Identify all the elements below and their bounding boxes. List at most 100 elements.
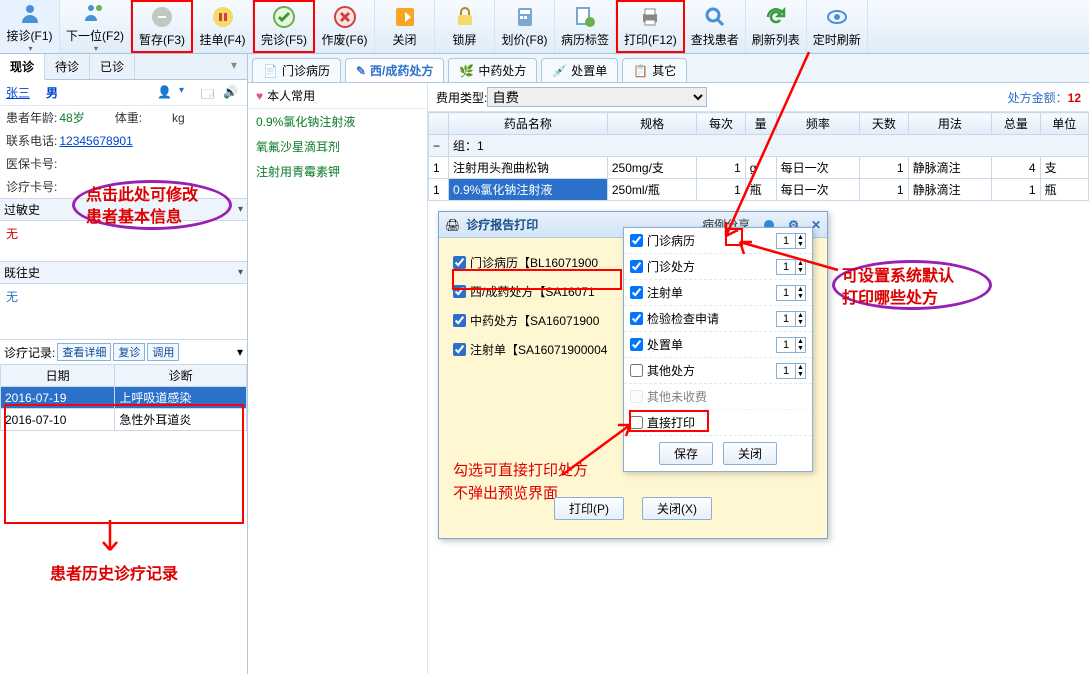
tab-menu[interactable]: ▾: [221, 54, 247, 79]
tab-waiting[interactable]: 待诊: [45, 54, 90, 79]
tb-lock[interactable]: 锁屏: [435, 0, 495, 53]
tab-treat[interactable]: 💉处置单: [541, 58, 618, 82]
pref-save[interactable]: 保存: [659, 442, 713, 465]
pref-chk-5[interactable]: [630, 338, 643, 351]
fav-item[interactable]: 氧氟沙星滴耳剂: [248, 134, 427, 159]
history-head: 既往史▾: [0, 261, 247, 284]
drug-row[interactable]: 1注射用头孢曲松钠250mg/支1g每日一次1静脉滴注4支: [429, 157, 1089, 179]
tb-finish[interactable]: 完诊(F5): [253, 0, 315, 53]
amt-label: 处方金额：: [1008, 91, 1068, 105]
tab-other[interactable]: 📋其它: [622, 58, 687, 82]
fee-label: 费用类型:: [436, 89, 487, 106]
chk-record[interactable]: [453, 256, 466, 269]
right-tabs: 📄门诊病历 ✎西/成药处方 🌿中药处方 💉处置单 📋其它: [248, 54, 1089, 82]
tb-auto-refresh[interactable]: 定时刷新: [807, 0, 868, 53]
patient-name[interactable]: 张三: [6, 84, 30, 101]
fav-item[interactable]: 注射用青霉素钾: [248, 159, 427, 184]
visit-bar-label: 诊疗记录:: [4, 344, 55, 361]
right-panel: 📄门诊病历 ✎西/成药处方 🌿中药处方 💉处置单 📋其它 ♥ 本人常用 0.9%氯…: [248, 54, 1089, 674]
tb-next[interactable]: 下一位(F2)▾: [60, 0, 131, 53]
person-icon[interactable]: 👤: [157, 85, 175, 101]
chk-inject[interactable]: [453, 343, 466, 356]
drug-grid[interactable]: 药品名称 规格 每次 量 频率 天数 用法 总量 单位 −组：1 1注射用头孢曲…: [428, 112, 1089, 201]
col-days: 天数: [860, 113, 908, 135]
tb-search[interactable]: 查找患者: [685, 0, 746, 53]
pref-chk-2[interactable]: [630, 260, 643, 273]
history-caret[interactable]: ▾: [238, 267, 243, 278]
pref-lbl: 检验检查申请: [647, 310, 772, 327]
col-dx: 诊断: [115, 365, 247, 387]
tb-close[interactable]: 关闭: [375, 0, 435, 53]
tb-stash[interactable]: 暂存(F3): [131, 0, 193, 53]
amt-value: 12: [1068, 91, 1081, 105]
visit-row[interactable]: 2016-07-19上呼吸道感染: [1, 387, 247, 409]
pref-chk-3[interactable]: [630, 286, 643, 299]
btn-print[interactable]: 打印(P): [554, 497, 624, 520]
chk-chinese[interactable]: [453, 314, 466, 327]
tb-tag[interactable]: 病历标签: [555, 0, 616, 53]
pref-spin[interactable]: 1▲▼: [776, 233, 806, 249]
allergy-head: 过敏史▾: [0, 198, 247, 221]
tab-record[interactable]: 📄门诊病历: [252, 58, 341, 82]
allergy-caret[interactable]: ▾: [238, 204, 243, 215]
tab-west[interactable]: ✎西/成药处方: [345, 58, 444, 82]
visit-label: 诊疗卡号:: [6, 178, 57, 195]
fav-item[interactable]: 0.9%氯化钠注射液: [248, 109, 427, 134]
pref-chk-direct[interactable]: [630, 416, 643, 429]
pref-lbl: 其他处方: [647, 362, 772, 379]
tb-void[interactable]: 作废(F6): [315, 0, 375, 53]
patient-gender: 男: [46, 84, 58, 101]
chk-west[interactable]: [453, 285, 466, 298]
btn-load[interactable]: 调用: [147, 343, 179, 361]
visit-bar: 诊疗记录: 查看详细 复诊 调用 ▾: [0, 339, 247, 364]
col-use: 用法: [908, 113, 992, 135]
tb-refresh[interactable]: 刷新列表: [746, 0, 807, 53]
visit-row[interactable]: 2016-07-10急性外耳道炎: [1, 409, 247, 431]
pref-spin[interactable]: 1▲▼: [776, 285, 806, 301]
pref-chk-4[interactable]: [630, 312, 643, 325]
pref-spin[interactable]: 1▲▼: [776, 311, 806, 327]
chk-west-lbl: 西/成药处方【SA16071: [470, 283, 595, 300]
fav-panel: ♥ 本人常用 0.9%氯化钠注射液 氧氟沙星滴耳剂 注射用青霉素钾: [248, 83, 428, 674]
grp-toggle[interactable]: −: [429, 135, 449, 157]
patient-header: 张三 男 👤 ▾ 🗔 🔊: [0, 80, 247, 106]
col-spec: 规格: [607, 113, 696, 135]
age-value: 48岁: [59, 109, 84, 126]
chk-inject-lbl: 注射单【SA16071900004: [470, 341, 607, 358]
pref-spin[interactable]: 1▲▼: [776, 337, 806, 353]
sound-icon[interactable]: 🔊: [223, 85, 241, 101]
col-u2: 单位: [1040, 113, 1088, 135]
pref-spin[interactable]: 1▲▼: [776, 363, 806, 379]
pref-spin[interactable]: 1▲▼: [776, 259, 806, 275]
btn-revisit[interactable]: 复诊: [113, 343, 145, 361]
history-value: 无: [6, 290, 18, 304]
btn-close[interactable]: 关闭(X): [642, 497, 712, 520]
phone-value[interactable]: 12345678901: [59, 134, 132, 148]
pref-lbl: 处置单: [647, 336, 772, 353]
pref-close[interactable]: 关闭: [723, 442, 777, 465]
tb-hold[interactable]: 挂单(F4): [193, 0, 253, 53]
tb-print[interactable]: 打印(F12): [616, 0, 685, 53]
pref-chk-7: [630, 390, 643, 403]
dropdown-icon[interactable]: ▾: [179, 85, 197, 101]
visit-caret[interactable]: ▾: [237, 345, 243, 359]
tab-done[interactable]: 已诊: [90, 54, 135, 79]
col-unit: 量: [745, 113, 776, 135]
visit-table[interactable]: 日期诊断 2016-07-19上呼吸道感染 2016-07-10急性外耳道炎: [0, 364, 247, 431]
fee-select[interactable]: 自费: [487, 87, 707, 107]
heart-icon: ♥: [256, 89, 263, 103]
tb-price[interactable]: 划价(F8): [495, 0, 555, 53]
pref-chk-6[interactable]: [630, 364, 643, 377]
fav-head-label: 本人常用: [267, 87, 315, 104]
tab-current[interactable]: 现诊: [0, 54, 45, 80]
phone-label: 联系电话:: [6, 132, 57, 149]
main-content: 费用类型: 自费 处方金额：12 药品名称 规格 每次 量 频率 天数 用法 总…: [428, 83, 1089, 674]
main-toolbar: 接诊(F1)▾ 下一位(F2)▾ 暂存(F3) 挂单(F4) 完诊(F5) 作废…: [0, 0, 1089, 54]
tab-chinese[interactable]: 🌿中药处方: [448, 58, 537, 82]
pref-chk-1[interactable]: [630, 234, 643, 247]
left-panel: 现诊 待诊 已诊 ▾ 张三 男 👤 ▾ 🗔 🔊 患者年龄:48岁体重:kg 联系…: [0, 54, 248, 674]
btn-detail[interactable]: 查看详细: [57, 343, 111, 361]
tb-accept[interactable]: 接诊(F1)▾: [0, 0, 60, 53]
drug-row[interactable]: 10.9%氯化钠注射液250ml/瓶1瓶每日一次1静脉滴注1瓶: [429, 179, 1089, 201]
card-icon[interactable]: 🗔: [201, 85, 219, 101]
